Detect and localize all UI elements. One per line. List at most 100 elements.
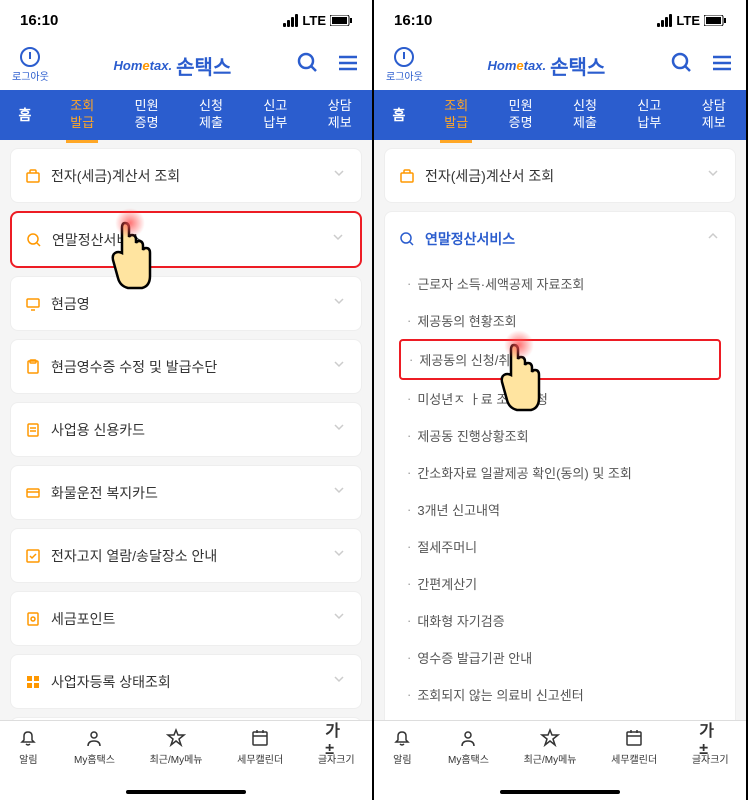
nav-label: 글자크기 (318, 751, 355, 766)
tab-item-4[interactable]: 상담제보 (324, 98, 356, 132)
tab-item-1[interactable]: 민원증명 (131, 98, 163, 132)
logo[interactable]: Hometax. 손택스 (114, 51, 232, 80)
list-item-0[interactable]: 전자(세금)계산서 조회 (384, 148, 736, 203)
nav-bell[interactable]: 알림 (391, 727, 413, 766)
logo[interactable]: Hometax. 손택스 (488, 51, 606, 80)
text-icon: 가± (325, 727, 347, 749)
nav-label: 알림 (19, 751, 37, 766)
calendar-icon (623, 727, 645, 749)
nav-label: 세무캘린더 (237, 751, 283, 766)
search-icon (399, 231, 415, 247)
star-icon (165, 727, 187, 749)
nav-star[interactable]: 최근/My메뉴 (150, 727, 203, 766)
sub-item-11[interactable]: 조회되지 않는 의료비 신고센터 (399, 676, 721, 713)
bottom-nav: 알림 My홈택스 최근/My메뉴세무캘린더 가± 글자크기 (374, 720, 746, 800)
person-icon (83, 727, 105, 749)
sub-item-4[interactable]: 제공동 진행상황조회 (399, 417, 721, 454)
nav-label: My홈택스 (74, 751, 115, 766)
tab-item-3[interactable]: 신고납부 (633, 98, 665, 132)
item-label: 현금영수증 수정 및 발급수단 (51, 357, 217, 377)
tab-home[interactable]: 홈 (374, 105, 424, 125)
home-indicator (500, 790, 620, 794)
nav-text[interactable]: 가± 글자크기 (692, 727, 729, 766)
nav-person[interactable]: My홈택스 (74, 727, 115, 766)
logout-button[interactable]: 로그아웃 (386, 47, 423, 83)
content-left[interactable]: 전자(세금)계산서 조회연말정산서비스현금영현금영수증 수정 및 발급수단사업용… (0, 140, 372, 720)
tab-item-2[interactable]: 신청제출 (569, 98, 601, 132)
list-item-1[interactable]: 연말정산서비스 (10, 211, 362, 268)
tab-item-0[interactable]: 조회발급 (440, 98, 472, 132)
chevron-down-icon (331, 419, 347, 440)
check-icon (25, 548, 41, 564)
sub-item-8[interactable]: 간편계산기 (399, 565, 721, 602)
chevron-down-icon (331, 671, 347, 692)
bell-icon (17, 727, 39, 749)
sub-item-6[interactable]: 3개년 신고내역 (399, 491, 721, 528)
list-item-3[interactable]: 현금영수증 수정 및 발급수단 (10, 339, 362, 394)
tab-item-2[interactable]: 신청제출 (195, 98, 227, 132)
list-item-0[interactable]: 전자(세금)계산서 조회 (10, 148, 362, 203)
phone-left: 16:10 LTE 로그아웃 Hometax. 손택스 홈 조회발급 민원증명 신청… (0, 0, 374, 800)
network-label: LTE (302, 13, 326, 28)
hand-pointer-icon (100, 218, 160, 298)
expanded-header[interactable]: 연말정산서비스 (385, 212, 735, 265)
list-item-7[interactable]: 세금포인트 (10, 591, 362, 646)
sub-item-12[interactable]: 사업소득자 공제자료 조회 (399, 713, 721, 720)
list-item-5[interactable]: 화물운전 복지카드 (10, 465, 362, 520)
phone-right: 16:10 LTE 로그아웃 Hometax. 손택스 홈 조회발급 민원증명 신청… (374, 0, 748, 800)
nav-person[interactable]: My홈택스 (448, 727, 489, 766)
nav-star[interactable]: 최근/My메뉴 (524, 727, 577, 766)
nav-label: 글자크기 (692, 751, 729, 766)
power-icon (20, 47, 40, 67)
sub-list: 근로자 소득·세액공제 자료조회제공동의 현황조회제공동의 신청/취소미성년ㅈ … (385, 265, 735, 720)
status-time: 16:10 (394, 12, 432, 29)
menu-icon[interactable] (336, 51, 360, 80)
list-item-8[interactable]: 사업자등록 상태조회 (10, 654, 362, 709)
logout-button[interactable]: 로그아웃 (12, 47, 49, 83)
hand-pointer-icon (489, 340, 549, 420)
status-bar: 16:10 LTE (0, 0, 372, 40)
clipboard-icon (25, 359, 41, 375)
search-icon[interactable] (296, 51, 320, 80)
menu-icon[interactable] (710, 51, 734, 80)
sub-item-7[interactable]: 절세주머니 (399, 528, 721, 565)
sub-item-9[interactable]: 대화형 자기검증 (399, 602, 721, 639)
status-bar: 16:10 LTE (374, 0, 746, 40)
chevron-down-icon (330, 229, 346, 250)
search-icon[interactable] (670, 51, 694, 80)
chevron-down-icon (331, 545, 347, 566)
nav-bell[interactable]: 알림 (17, 727, 39, 766)
content-right[interactable]: 전자(세금)계산서 조회연말정산서비스근로자 소득·세액공제 자료조회제공동의 … (374, 140, 746, 720)
tab-item-0[interactable]: 조회발급 (66, 98, 98, 132)
sub-item-0[interactable]: 근로자 소득·세액공제 자료조회 (399, 265, 721, 302)
list-item-4[interactable]: 사업용 신용카드 (10, 402, 362, 457)
tab-item-4[interactable]: 상담제보 (698, 98, 730, 132)
tab-home[interactable]: 홈 (0, 105, 50, 125)
tab-item-3[interactable]: 신고납부 (259, 98, 291, 132)
sub-item-1[interactable]: 제공동의 현황조회 (399, 302, 721, 339)
sub-item-3[interactable]: 미성년ㅈ ㅏ료 조회 신청 (399, 380, 721, 417)
nav-calendar[interactable]: 세무캘린더 (611, 727, 657, 766)
sub-item-10[interactable]: 영수증 발급기관 안내 (399, 639, 721, 676)
nav-label: 세무캘린더 (611, 751, 657, 766)
tab-item-1[interactable]: 민원증명 (505, 98, 537, 132)
monitor-icon (25, 296, 41, 312)
sub-item-5[interactable]: 간소화자료 일괄제공 확인(동의) 및 조회 (399, 454, 721, 491)
battery-icon (330, 15, 352, 26)
list-item-expanded: 연말정산서비스근로자 소득·세액공제 자료조회제공동의 현황조회제공동의 신청/… (384, 211, 736, 720)
app-header: 로그아웃 Hometax. 손택스 (374, 40, 746, 90)
network-label: LTE (676, 13, 700, 28)
battery-icon (704, 15, 726, 26)
nav-text[interactable]: 가± 글자크기 (318, 727, 355, 766)
home-indicator (126, 790, 246, 794)
nav-calendar[interactable]: 세무캘린더 (237, 727, 283, 766)
app-header: 로그아웃 Hometax. 손택스 (0, 40, 372, 90)
text-icon: 가± (699, 727, 721, 749)
item-label: 화물운전 복지카드 (51, 483, 158, 503)
list-item-2[interactable]: 현금영 (10, 276, 362, 331)
list-item-6[interactable]: 전자고지 열람/송달장소 안내 (10, 528, 362, 583)
bottom-nav: 알림 My홈택스 최근/My메뉴세무캘린더 가± 글자크기 (0, 720, 372, 800)
power-icon (394, 47, 414, 67)
item-label: 사업용 신용카드 (51, 420, 145, 440)
sub-item-2[interactable]: 제공동의 신청/취소 (399, 339, 721, 380)
